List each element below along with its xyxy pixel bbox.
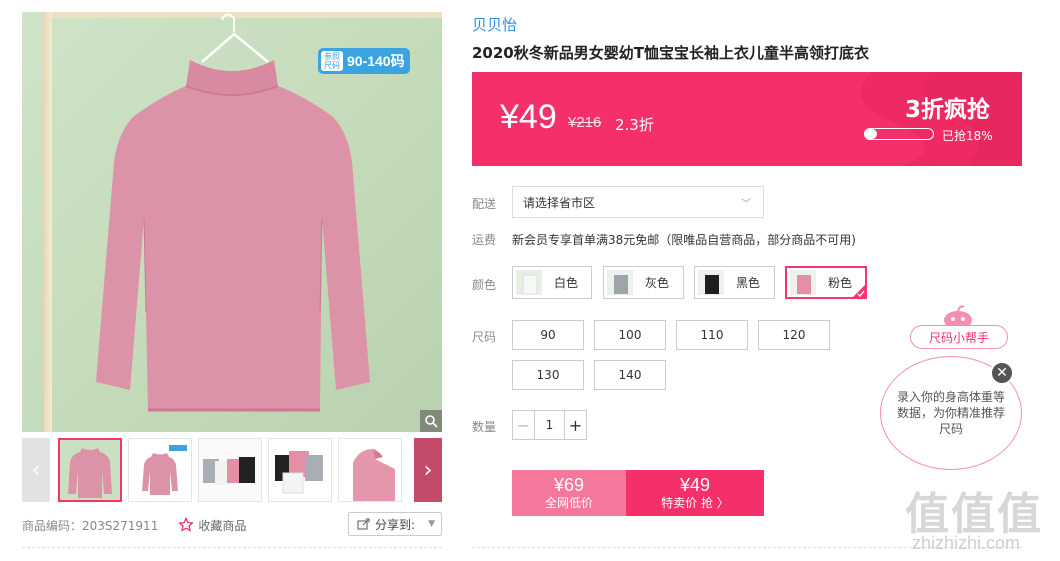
region-select-value: 请选择省市区 [523, 195, 596, 210]
market-price-label: 全网低价 [544, 496, 593, 510]
color-name: 粉色 [828, 276, 853, 290]
zoom-icon[interactable] [420, 410, 442, 432]
selected-check-icon [852, 284, 866, 298]
thumbnail-item[interactable] [128, 438, 192, 502]
thumbnail-next-button[interactable]: › [414, 438, 442, 502]
buy-panel: ¥69 全网低价 ¥49 特卖价 抢 〉 [512, 470, 764, 516]
favorite-label: 收藏商品 [198, 518, 247, 533]
thumbnail-item[interactable] [58, 438, 122, 502]
region-select[interactable]: 请选择省市区 ﹀ [512, 186, 764, 218]
size-option[interactable]: 90 [512, 320, 584, 350]
color-swatch [790, 270, 816, 295]
product-code: 商品编码：203S271911 [22, 518, 159, 533]
quantity-decrease-button[interactable]: − [513, 411, 535, 439]
pink-shirt-image [96, 13, 370, 412]
quantity-label: 数量 [472, 420, 497, 434]
size-badge-tag: 参照尺码 [321, 51, 343, 71]
product-title: 2020秋冬新品男女婴幼T恤宝宝长袖上衣儿童半高领打底衣 [472, 44, 869, 62]
size-label: 尺码 [472, 330, 497, 344]
watermark-site: zhizhizhi.com [912, 533, 1021, 553]
shipping-label: 运费 [472, 233, 497, 247]
discount-rate: 2.3折 [615, 116, 654, 134]
share-dropdown[interactable]: 分享到: ▼ [348, 512, 442, 536]
color-name: 灰色 [645, 276, 670, 290]
color-swatch [698, 270, 724, 295]
market-price: ¥69 [553, 475, 585, 495]
shipping-info: 新会员专享首单满38元免邮（限唯品自营商品，部分商品不可用) [512, 233, 856, 247]
sold-percentage: 已抢18% [942, 129, 993, 143]
size-helper-button[interactable]: 尺码小帮手 [910, 325, 1008, 349]
market-price-block: ¥69 全网低价 [512, 470, 626, 516]
delivery-label: 配送 [472, 197, 497, 211]
thumbnail-strip: ‹ › [22, 438, 442, 502]
color-option-black[interactable]: 黑色 [694, 266, 775, 299]
buy-now-button[interactable]: ¥49 特卖价 抢 〉 [626, 470, 764, 516]
size-option[interactable]: 100 [594, 320, 666, 350]
original-price: ¥216 [568, 114, 602, 131]
color-option-pink[interactable]: 粉色 [785, 266, 867, 299]
chevron-down-icon: ﹀ [741, 199, 751, 210]
close-icon[interactable]: ✕ [990, 361, 1014, 385]
share-label: 分享到: [375, 517, 416, 532]
quantity-increase-button[interactable]: + [564, 411, 586, 439]
size-option[interactable]: 110 [676, 320, 748, 350]
color-label: 颜色 [472, 278, 497, 292]
color-option-white[interactable]: 白色 [512, 266, 592, 299]
sale-price: ¥49 [679, 475, 711, 495]
caret-down-icon: ▼ [428, 519, 435, 529]
current-price: ¥49 [500, 98, 557, 136]
color-swatch [516, 270, 542, 295]
color-option-gray[interactable]: 灰色 [603, 266, 684, 299]
color-swatch [607, 270, 633, 295]
size-badge-range: 90-140码 [347, 53, 405, 69]
star-icon [178, 517, 195, 532]
quantity-input[interactable]: 1 [535, 411, 564, 439]
sold-progress-bar [864, 128, 934, 140]
size-range-badge: 参照尺码 90-140码 [318, 48, 410, 74]
sold-progress-fill [865, 129, 878, 139]
brand-link[interactable]: 贝贝怡 [472, 14, 517, 35]
share-icon [357, 518, 370, 530]
price-banner: ¥49 ¥216 2.3折 3折疯抢 已抢18% [472, 72, 1022, 166]
thumbnail-item[interactable] [338, 438, 402, 502]
favorite-button[interactable]: 收藏商品 [178, 517, 246, 534]
color-name: 黑色 [736, 276, 761, 290]
color-name: 白色 [554, 276, 579, 290]
quantity-stepper: − 1 + [512, 410, 587, 440]
product-meta-bar: 商品编码：203S271911 收藏商品 分享到: ▼ [22, 512, 442, 538]
divider [22, 547, 442, 548]
size-option[interactable]: 130 [512, 360, 584, 390]
size-option[interactable]: 120 [758, 320, 830, 350]
thumbnail-prev-button[interactable]: ‹ [22, 438, 50, 502]
promo-title: 3折疯抢 [904, 97, 990, 123]
buy-now-label: 特卖价 抢 〉 [661, 496, 729, 510]
thumbnail-item[interactable] [268, 438, 332, 502]
thumbnail-item[interactable] [198, 438, 262, 502]
size-option[interactable]: 140 [594, 360, 666, 390]
main-product-image[interactable]: 参照尺码 90-140码 [22, 12, 442, 432]
